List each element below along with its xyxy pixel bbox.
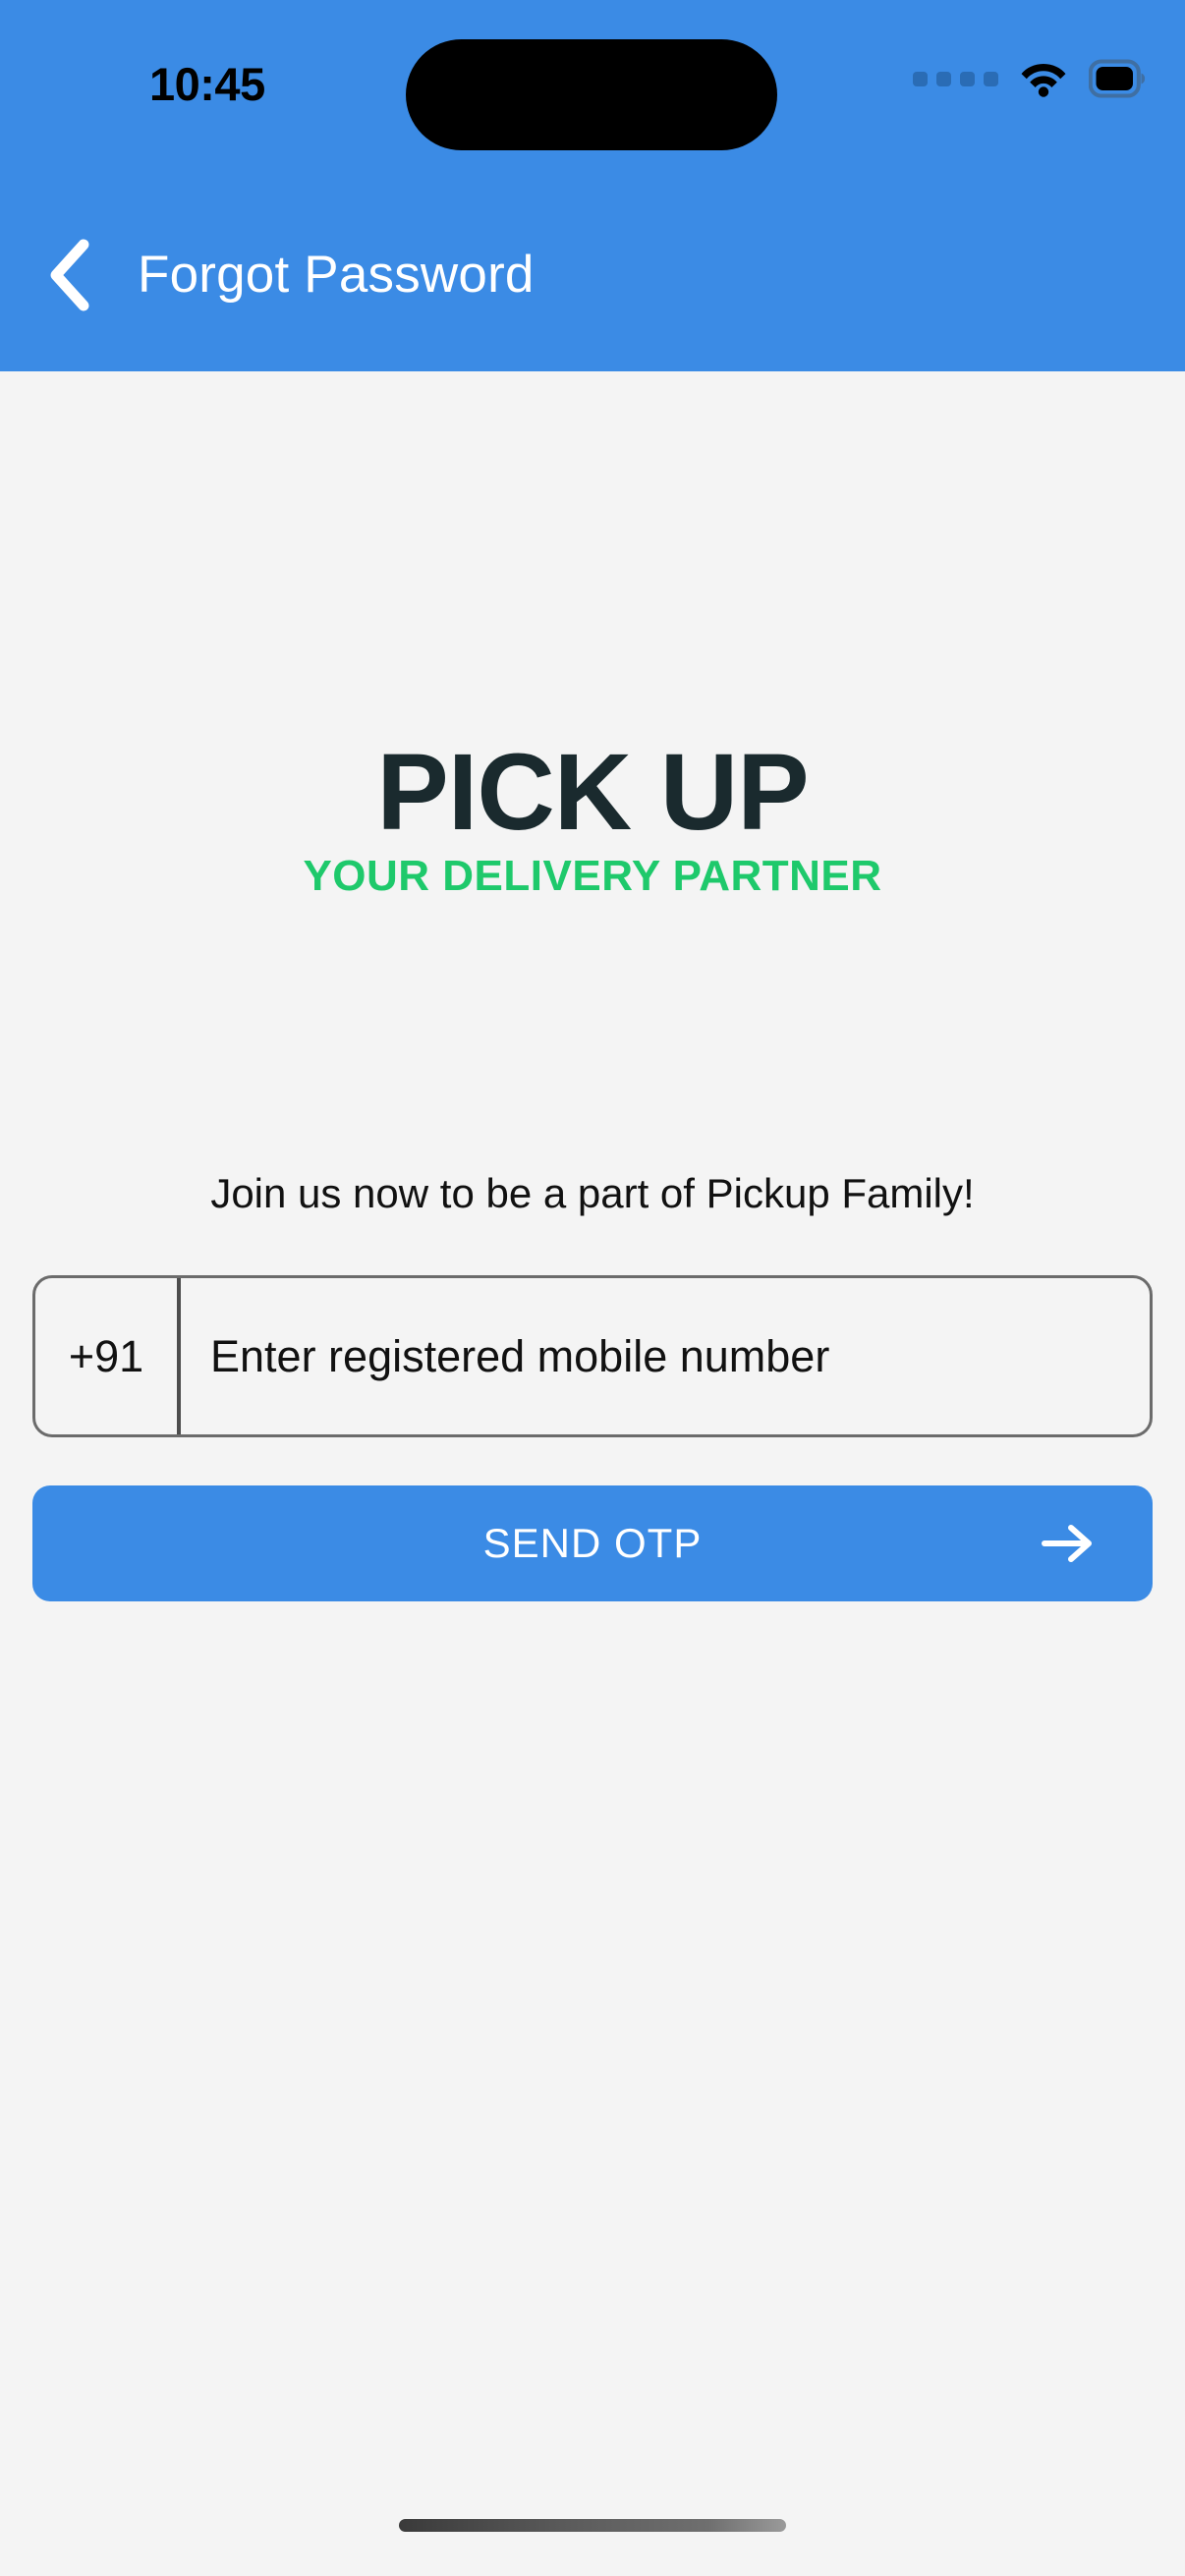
join-heading: Join us now to be a part of Pickup Famil… — [210, 1170, 975, 1216]
chevron-left-icon — [46, 239, 91, 311]
wifi-icon — [1020, 60, 1067, 97]
country-code-selector[interactable]: +91 — [35, 1278, 181, 1434]
back-button[interactable] — [10, 221, 128, 329]
status-bar: 10:45 — [0, 0, 1185, 157]
send-otp-button[interactable]: SEND OTP — [32, 1485, 1153, 1601]
phone-number-field[interactable]: +91 — [32, 1275, 1153, 1437]
logo-wordmark: PICK UP — [376, 732, 809, 853]
navigation-bar: Forgot Password — [0, 211, 1185, 339]
signal-dots-icon — [913, 71, 998, 86]
page-title: Forgot Password — [138, 246, 535, 304]
home-indicator[interactable] — [399, 2519, 786, 2532]
header-bar: 10:45 Forgot Password — [0, 0, 1185, 371]
status-bar-clock: 10:45 — [149, 58, 265, 110]
app-screen: 10:45 Forgot Password PICK UP YOUR DELIV… — [0, 0, 1185, 2576]
mobile-number-input[interactable] — [181, 1278, 1150, 1434]
send-otp-label: SEND OTP — [482, 1520, 703, 1566]
dynamic-island — [406, 39, 777, 150]
status-bar-indicators — [913, 59, 1146, 98]
app-logo: PICK UP YOUR DELIVERY PARTNER — [0, 739, 1185, 902]
arrow-right-icon — [1041, 1521, 1096, 1566]
battery-icon — [1089, 59, 1146, 98]
logo-tagline: YOUR DELIVERY PARTNER — [303, 852, 882, 900]
